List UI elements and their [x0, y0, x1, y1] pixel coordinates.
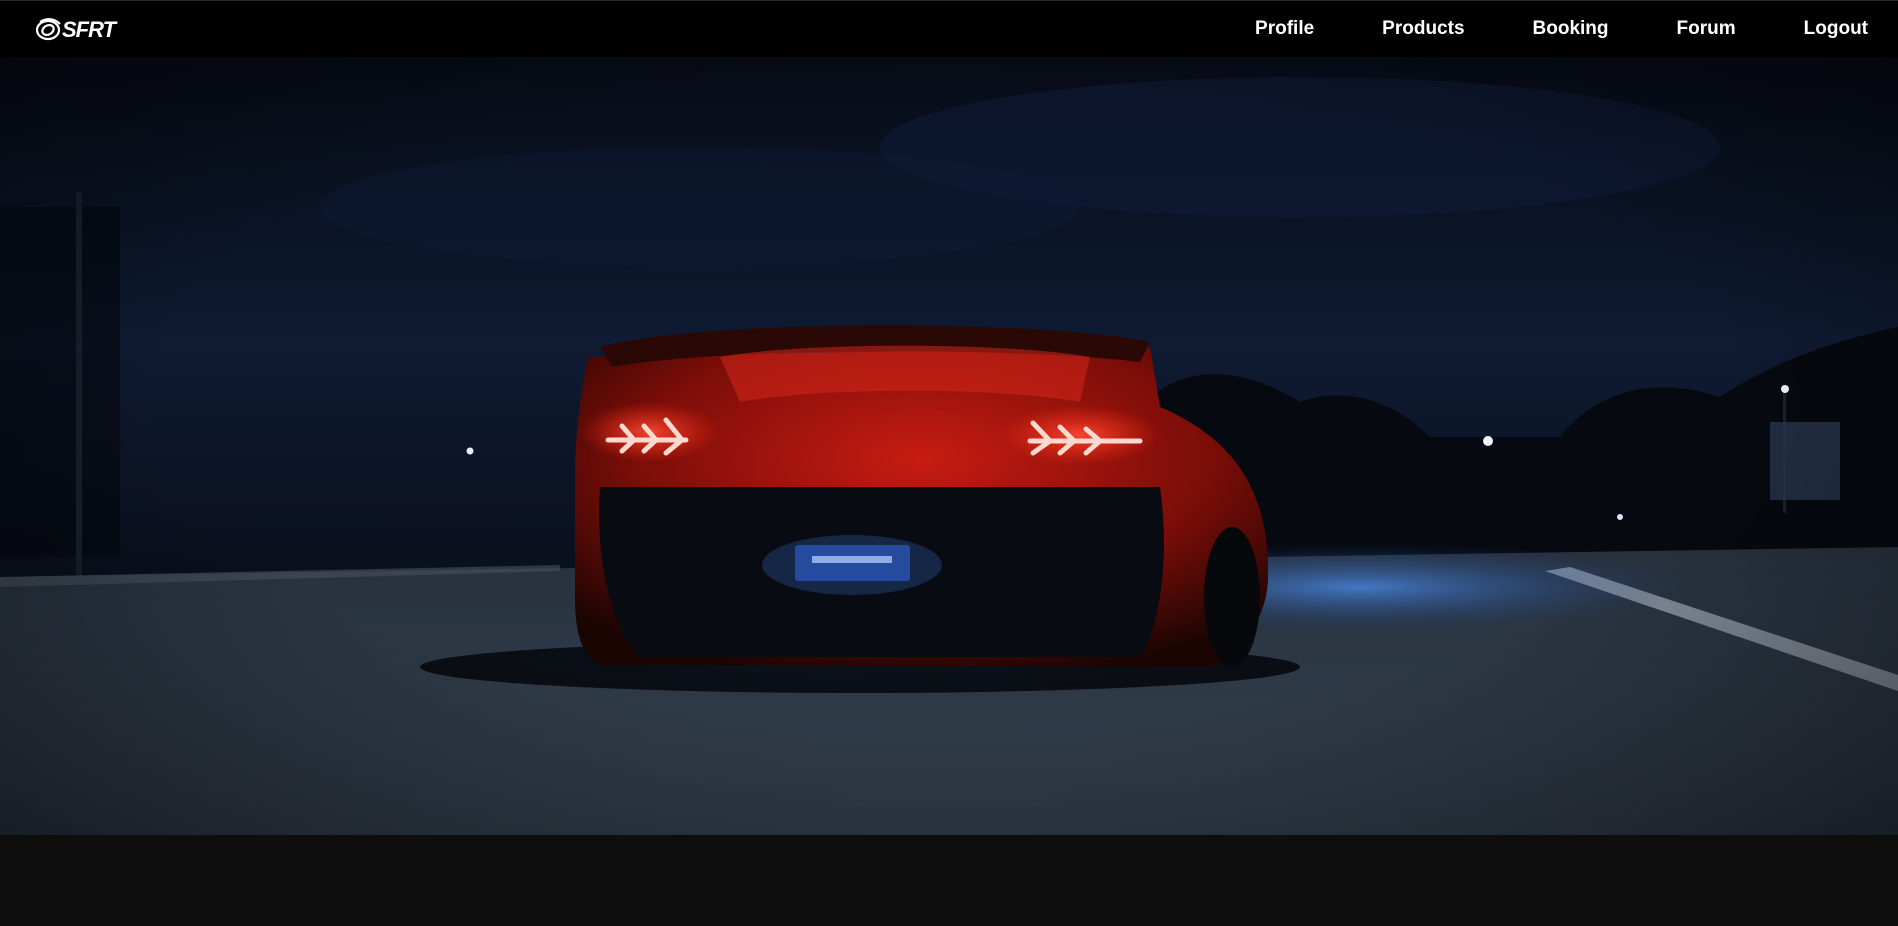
orbit-ring-logo-icon: SFRT: [35, 17, 119, 42]
nav-products-link[interactable]: Products: [1382, 18, 1464, 40]
nav-logout-link[interactable]: Logout: [1804, 18, 1868, 40]
nav-booking-link[interactable]: Booking: [1533, 18, 1609, 40]
hero-banner: [0, 57, 1898, 835]
hero-car-image: [0, 57, 1898, 835]
logo-text: SFRT: [62, 17, 118, 42]
main-nav: Profile Products Booking Forum Logout: [1187, 18, 1868, 40]
footer-band: [0, 835, 1898, 926]
brand-logo[interactable]: SFRT: [34, 14, 134, 44]
top-navbar: SFRT Profile Products Booking Forum Logo…: [0, 0, 1898, 57]
nav-profile-link[interactable]: Profile: [1255, 18, 1314, 40]
nav-forum-link[interactable]: Forum: [1677, 18, 1736, 40]
